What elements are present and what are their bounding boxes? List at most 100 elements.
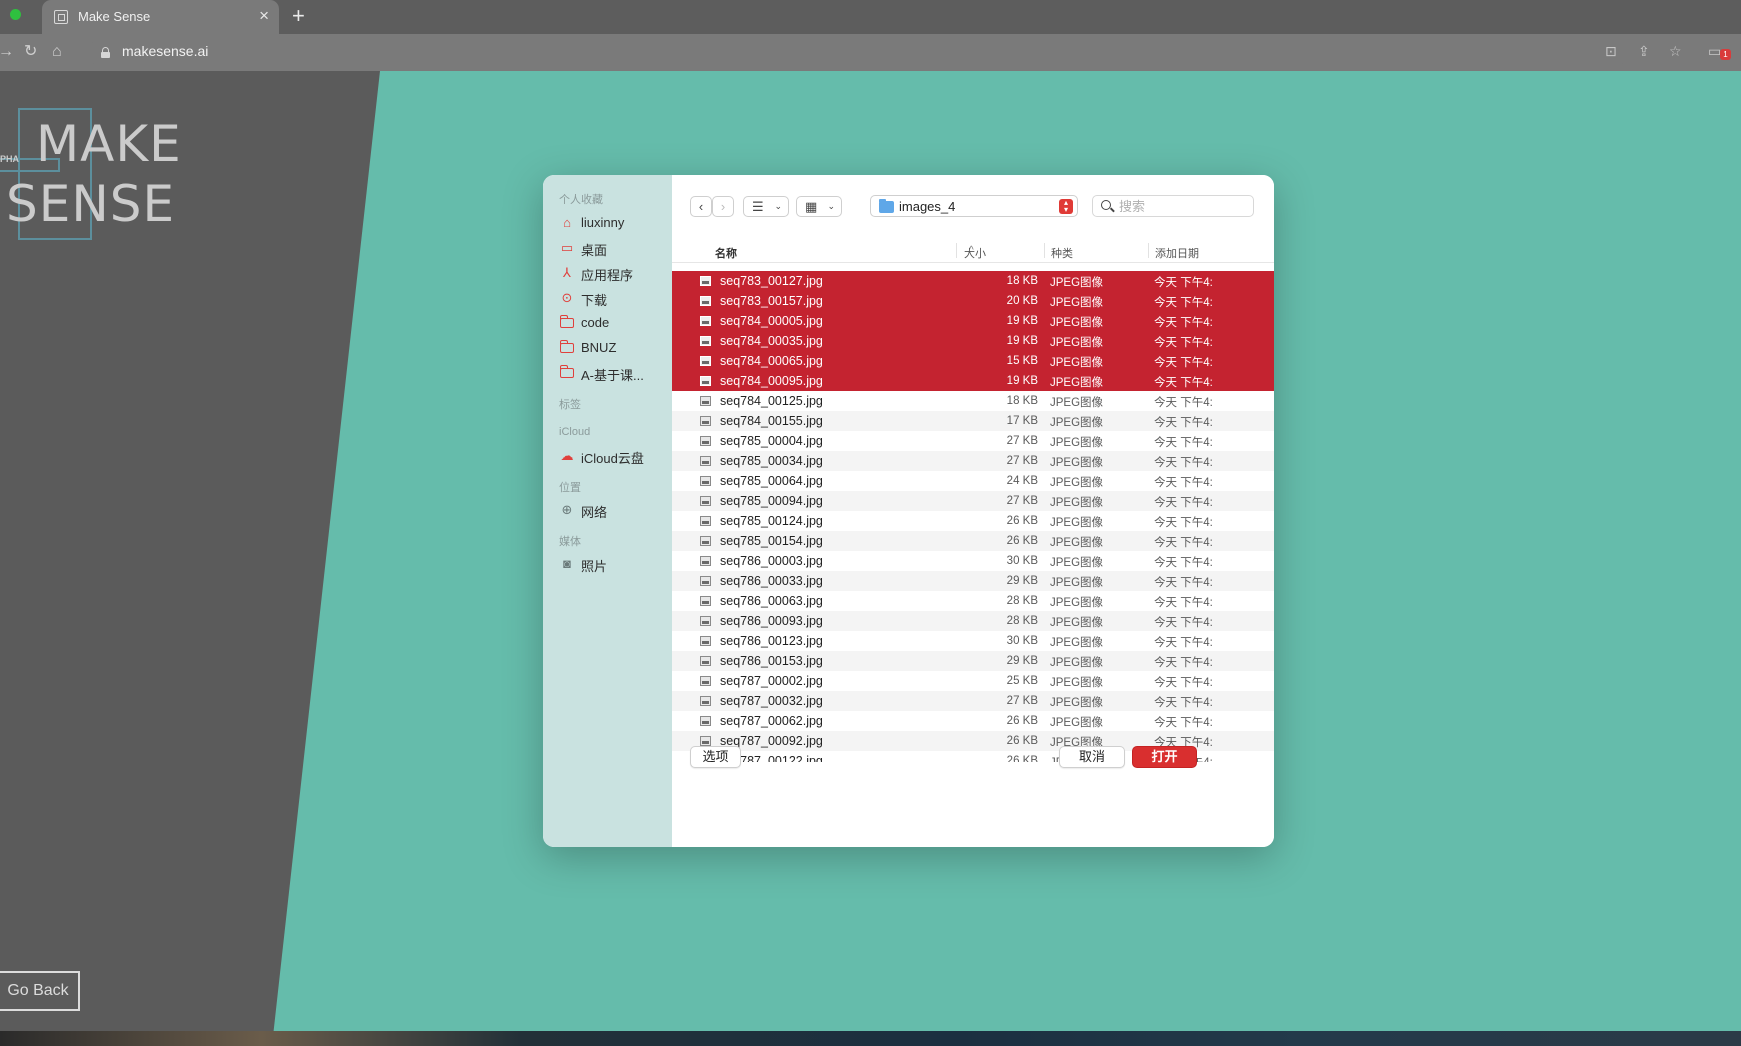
- new-tab-button[interactable]: +: [292, 4, 305, 28]
- file-kind: JPEG图像: [1050, 337, 1104, 349]
- file-kind: JPEG图像: [1050, 637, 1104, 649]
- browser-tab[interactable]: Make Sense ×: [42, 0, 279, 34]
- file-size: 26 KB: [1006, 755, 1038, 762]
- home-icon[interactable]: ⌂: [52, 43, 62, 61]
- column-separator: [1044, 243, 1045, 258]
- sidebar-item-applications[interactable]: ⅄ 应用程序: [559, 262, 671, 284]
- file-row[interactable]: seq785_00034.jpg 27 KB JPEG图像 今天 下午4:: [672, 451, 1274, 471]
- sidebar-item-downloads[interactable]: ⊙ 下载: [559, 287, 671, 309]
- jpeg-file-icon: [700, 696, 711, 706]
- jpeg-file-icon: [700, 656, 711, 666]
- file-date: 今天 下午4:: [1154, 417, 1213, 429]
- file-row[interactable]: seq786_00003.jpg 30 KB JPEG图像 今天 下午4:: [672, 551, 1274, 571]
- column-separator: [1148, 243, 1149, 258]
- jpeg-file-icon: [700, 636, 711, 646]
- file-kind: JPEG图像: [1050, 377, 1104, 389]
- file-row[interactable]: seq786_00033.jpg 29 KB JPEG图像 今天 下午4:: [672, 571, 1274, 591]
- file-size: 18 KB: [1006, 395, 1038, 407]
- file-kind: JPEG图像: [1050, 617, 1104, 629]
- tags-header[interactable]: 标签: [559, 396, 581, 412]
- file-kind: JPEG图像: [1050, 417, 1104, 429]
- file-row[interactable]: seq784_00035.jpg 19 KB JPEG图像 今天 下午4:: [672, 331, 1274, 351]
- address-bar[interactable]: [88, 39, 1628, 66]
- sidebar-item-photos[interactable]: ◙ 照片: [559, 553, 671, 575]
- file-row[interactable]: seq786_00153.jpg 29 KB JPEG图像 今天 下午4:: [672, 651, 1274, 671]
- file-row[interactable]: seq784_00065.jpg 15 KB JPEG图像 今天 下午4:: [672, 351, 1274, 371]
- file-size: 28 KB: [1006, 615, 1038, 627]
- forward-arrow-icon[interactable]: →: [0, 43, 14, 61]
- file-name: seq785_00064.jpg: [720, 474, 823, 488]
- sidebar-item-home[interactable]: ⌂ liuxinny: [559, 212, 671, 234]
- file-date: 今天 下午4:: [1154, 537, 1213, 549]
- forward-button[interactable]: ›: [712, 196, 734, 217]
- file-row[interactable]: seq787_00002.jpg 25 KB JPEG图像 今天 下午4:: [672, 671, 1274, 691]
- file-row[interactable]: seq786_00063.jpg 28 KB JPEG图像 今天 下午4:: [672, 591, 1274, 611]
- file-list[interactable]: seq783_00127.jpg 18 KB JPEG图像 今天 下午4: seq783…: [672, 271, 1274, 762]
- file-row[interactable]: seq786_00093.jpg 28 KB JPEG图像 今天 下午4:: [672, 611, 1274, 631]
- list-view-button[interactable]: ☰ ⌄: [743, 196, 789, 217]
- file-size: 19 KB: [1006, 335, 1038, 347]
- reload-icon[interactable]: ↻: [24, 43, 37, 61]
- sidebar-item-icloud-drive[interactable]: ☁ iCloud云盘: [559, 445, 671, 467]
- file-row[interactable]: seq784_00005.jpg 19 KB JPEG图像 今天 下午4:: [672, 311, 1274, 331]
- sidebar-item-course-folder[interactable]: A-基于课...: [559, 362, 671, 384]
- globe-icon: ⊕: [561, 502, 573, 517]
- tab-close-icon[interactable]: ×: [259, 6, 269, 26]
- file-row[interactable]: seq787_00032.jpg 27 KB JPEG图像 今天 下午4:: [672, 691, 1274, 711]
- sidebar-item-code[interactable]: code: [559, 312, 671, 334]
- file-name: seq786_00063.jpg: [720, 594, 823, 608]
- browser-tab-bar: Make Sense × +: [0, 0, 1741, 34]
- go-back-button[interactable]: Go Back: [0, 971, 80, 1011]
- column-header-date[interactable]: 添加日期: [1155, 245, 1199, 261]
- file-size: 26 KB: [1006, 735, 1038, 747]
- translate-icon[interactable]: ⊡: [1605, 43, 1617, 60]
- file-row[interactable]: seq785_00124.jpg 26 KB JPEG图像 今天 下午4:: [672, 511, 1274, 531]
- file-name: seq786_00033.jpg: [720, 574, 823, 588]
- file-name: seq784_00155.jpg: [720, 414, 823, 428]
- options-button[interactable]: 选项: [690, 746, 741, 768]
- bookmark-star-icon[interactable]: ☆: [1669, 43, 1682, 60]
- file-row[interactable]: seq785_00004.jpg 27 KB JPEG图像 今天 下午4:: [672, 431, 1274, 451]
- jpeg-file-icon: [700, 556, 711, 566]
- file-row[interactable]: seq783_00127.jpg 18 KB JPEG图像 今天 下午4:: [672, 271, 1274, 291]
- url-text[interactable]: makesense.ai: [122, 43, 208, 59]
- file-kind: JPEG图像: [1050, 397, 1104, 409]
- jpeg-file-icon: [700, 296, 711, 306]
- applications-icon: ⅄: [563, 265, 571, 280]
- column-header-size[interactable]: 大小: [964, 245, 986, 261]
- icloud-header: iCloud: [559, 426, 591, 438]
- file-row[interactable]: seq784_00095.jpg 19 KB JPEG图像 今天 下午4:: [672, 371, 1274, 391]
- share-icon[interactable]: ⇪: [1638, 43, 1650, 60]
- file-row[interactable]: seq783_00157.jpg 20 KB JPEG图像 今天 下午4:: [672, 291, 1274, 311]
- file-row[interactable]: seq784_00125.jpg 18 KB JPEG图像 今天 下午4:: [672, 391, 1274, 411]
- grid-view-button[interactable]: ▦ ⌄: [796, 196, 842, 217]
- file-row[interactable]: seq785_00064.jpg 24 KB JPEG图像 今天 下午4:: [672, 471, 1274, 491]
- sidebar-item-bnuz[interactable]: BNUZ: [559, 337, 671, 359]
- folder-path-select[interactable]: images_4 ▴ ▾: [870, 195, 1078, 217]
- sidebar-item-network[interactable]: ⊕ 网络: [559, 499, 671, 521]
- file-size: 30 KB: [1006, 635, 1038, 647]
- file-size: 27 KB: [1006, 455, 1038, 467]
- file-row[interactable]: seq787_00062.jpg 26 KB JPEG图像 今天 下午4:: [672, 711, 1274, 731]
- file-row[interactable]: seq786_00123.jpg 30 KB JPEG图像 今天 下午4:: [672, 631, 1274, 651]
- up-down-stepper-icon: ▴ ▾: [1059, 199, 1073, 214]
- file-date: 今天 下午4:: [1154, 297, 1213, 309]
- file-row[interactable]: seq785_00154.jpg 26 KB JPEG图像 今天 下午4:: [672, 531, 1274, 551]
- cancel-button[interactable]: 取消: [1059, 746, 1125, 768]
- jpeg-file-icon: [700, 336, 711, 346]
- jpeg-file-icon: [700, 736, 711, 746]
- file-row[interactable]: seq784_00155.jpg 17 KB JPEG图像 今天 下午4:: [672, 411, 1274, 431]
- open-button[interactable]: 打开: [1132, 746, 1197, 768]
- file-size: 27 KB: [1006, 495, 1038, 507]
- file-date: 今天 下午4:: [1154, 517, 1213, 529]
- back-button[interactable]: ‹: [690, 196, 712, 217]
- window-zoom-button[interactable]: [10, 9, 21, 20]
- sidebar-item-desktop[interactable]: ▭ 桌面: [559, 237, 671, 259]
- column-header-name[interactable]: 名称: [715, 245, 737, 261]
- file-date: 今天 下午4:: [1154, 557, 1213, 569]
- file-row[interactable]: seq785_00094.jpg 27 KB JPEG图像 今天 下午4:: [672, 491, 1274, 511]
- column-header-kind[interactable]: 种类: [1051, 245, 1073, 261]
- jpeg-file-icon: [700, 276, 711, 286]
- search-field[interactable]: [1092, 195, 1254, 217]
- search-input[interactable]: [1119, 198, 1249, 215]
